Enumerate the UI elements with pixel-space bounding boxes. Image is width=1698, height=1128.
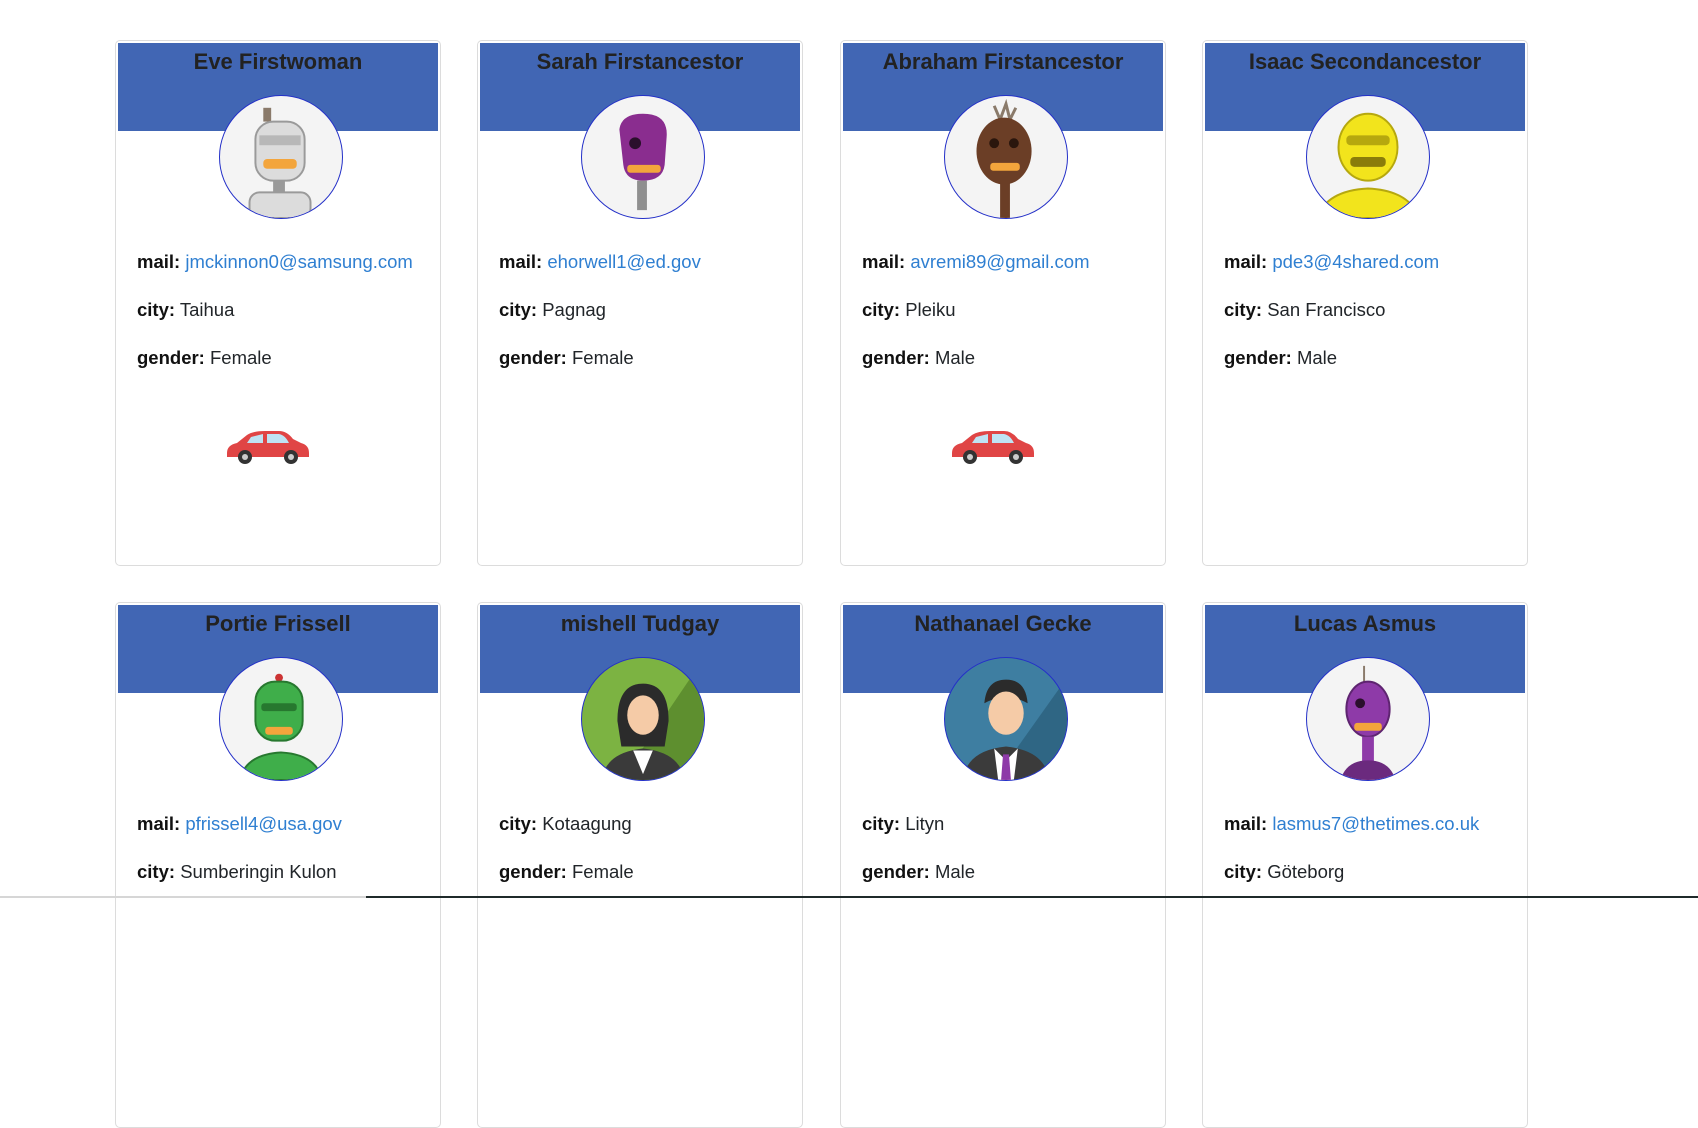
robot-yellow-icon [1306,95,1430,219]
robot-gray-icon [219,95,343,219]
card-name: Nathanael Gecke [914,611,1092,636]
mail-link[interactable]: ehorwell1@ed.gov [547,251,701,272]
robot-violet-icon [1306,657,1430,781]
gender-field: gender: Female [137,347,272,368]
profile-card: Isaac Secondancestor mail: pde3@4shared.… [1202,40,1528,566]
card-name: mishell Tudgay [560,611,720,636]
mail-field: mail: avremi89@gmail.com [862,251,1090,272]
car-icon [946,423,1036,467]
mail-field: mail: pfrissell4@usa.gov [137,813,342,834]
mail-link[interactable]: pfrissell4@usa.gov [185,813,342,834]
gender-field: gender: Male [862,347,976,368]
mail-link[interactable]: pde3@4shared.com [1272,251,1439,272]
city-field: city: San Francisco [1224,299,1386,320]
profile-card: Nathanael Gecke city: Lityn gender: Male [840,602,1166,1128]
city-field: city: Pagnag [499,299,606,320]
profile-card: Sarah Firstancestor mail: ehorwell1@ed.g… [477,40,803,566]
car-icon [221,423,311,467]
card-name: Portie Frissell [205,611,351,636]
profile-card: Portie Frissell mail: pfrissell4@usa.gov… [115,602,441,1128]
city-field: city: Pleiku [862,299,956,320]
gender-field: gender: Male [862,861,976,882]
city-field: city: Taihua [137,299,235,320]
mail-link[interactable]: lasmus7@thetimes.co.uk [1272,813,1479,834]
woman-avatar-icon [581,657,705,781]
mail-field: mail: pde3@4shared.com [1224,251,1440,272]
gender-field: gender: Male [1224,347,1338,368]
city-field: city: Kotaagung [499,813,632,834]
mail-link[interactable]: jmckinnon0@samsung.com [185,251,413,272]
card-name: Abraham Firstancestor [882,49,1124,74]
card-name: Isaac Secondancestor [1248,49,1482,74]
card-name: Sarah Firstancestor [536,49,744,74]
robot-green-icon [219,657,343,781]
card-name: Eve Firstwoman [193,49,363,74]
mail-field: mail: ehorwell1@ed.gov [499,251,701,272]
man-avatar-icon [944,657,1068,781]
city-field: city: Sumberingin Kulon [137,861,337,882]
robot-purple-icon [581,95,705,219]
card-name: Lucas Asmus [1293,611,1437,636]
mail-link[interactable]: avremi89@gmail.com [910,251,1089,272]
mail-field: mail: jmckinnon0@samsung.com [137,251,413,272]
city-field: city: Göteborg [1224,861,1345,882]
profile-card: Abraham Firstancestor mail: avremi89@gma… [840,40,1166,566]
gender-field: gender: Female [499,347,634,368]
gender-field: gender: Female [499,861,634,882]
robot-brown-icon [944,95,1068,219]
city-field: city: Lityn [862,813,945,834]
profile-card: Lucas Asmus mail: lasmus7@thetimes.co.uk… [1202,602,1528,1128]
mail-field: mail: lasmus7@thetimes.co.uk [1224,813,1480,834]
profile-card: mishell Tudgay city: Kotaagung gender: F… [477,602,803,1128]
profile-card: Eve Firstwoman mail: jmckinnon0@samsung.… [115,40,441,566]
profile-card-grid: Eve Firstwoman mail: jmckinnon0@samsung.… [0,0,1698,1128]
